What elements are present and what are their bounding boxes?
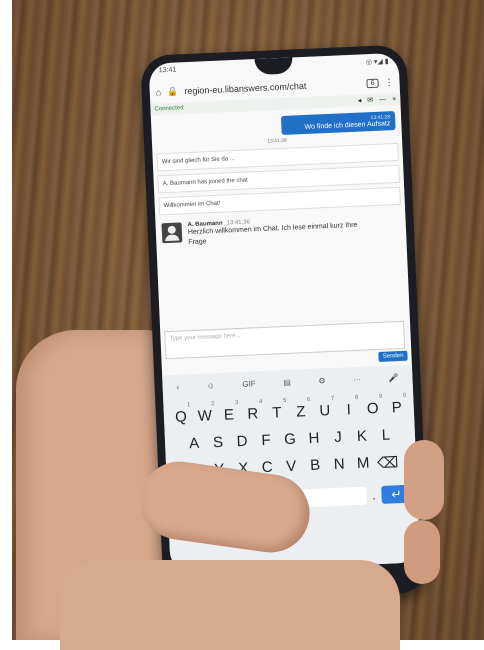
key-hint: 8 (354, 394, 359, 402)
key-s[interactable]: S (208, 434, 229, 452)
hand-finger (404, 440, 444, 520)
key-l[interactable]: L (376, 426, 397, 444)
keyboard-row-2: ASDFGHJKL (165, 425, 416, 453)
settings-icon[interactable]: ⚙ (318, 376, 326, 385)
key-hint: 7 (330, 395, 335, 403)
key-hint: 9 (378, 393, 383, 400)
gif-button[interactable]: GIF (242, 379, 256, 389)
key-hint: 2 (210, 401, 215, 408)
key-j[interactable]: J (328, 428, 349, 446)
send-button[interactable]: Senden (378, 350, 408, 362)
more-icon[interactable]: ··· (353, 374, 361, 383)
message-input[interactable]: Type your message here... (164, 320, 406, 360)
key-w[interactable]: 2W (195, 401, 216, 425)
period-key[interactable]: . (372, 488, 376, 502)
status-icons: ◎ ▾◢ ▮ (365, 58, 389, 67)
key-k[interactable]: K (352, 427, 373, 445)
outgoing-message: 13:41:28 Wo finde ich diesen Aufsatz (280, 111, 396, 135)
key-hint: 6 (306, 396, 311, 404)
key-u[interactable]: 7U (314, 396, 335, 420)
chat-close-button[interactable]: × (392, 95, 396, 102)
more-vert-icon[interactable]: ⋮ (384, 77, 393, 88)
lock-icon: 🔒 (166, 85, 179, 97)
hand-fingers (60, 560, 400, 650)
chat-email-button[interactable]: ✉ (367, 96, 373, 104)
key-p[interactable]: 0P (386, 393, 407, 417)
key-h[interactable]: H (304, 429, 325, 447)
status-time: 13:41 (158, 66, 177, 75)
agent-message: A. Baumann 13:41:36 Herzlich willkommen i… (161, 213, 400, 249)
key-hint: 4 (258, 399, 263, 406)
key-d[interactable]: D (232, 433, 253, 451)
key-g[interactable]: G (280, 430, 301, 448)
sticker-icon[interactable]: ☺ (206, 381, 215, 390)
microphone-icon[interactable]: 🎤 (388, 373, 398, 382)
key-e[interactable]: 3E (219, 400, 240, 424)
clipboard-icon[interactable]: ▤ (283, 377, 291, 386)
key-m[interactable]: M (353, 454, 374, 473)
backspace-key[interactable]: ⌫ (377, 453, 399, 472)
key-i[interactable]: 8I (338, 395, 359, 419)
key-o[interactable]: 9O (362, 394, 383, 418)
chat-back-button[interactable]: ◂ (358, 96, 362, 104)
key-z[interactable]: 6Z (290, 397, 311, 421)
key-hint: 3 (234, 400, 239, 407)
key-r[interactable]: 4R (243, 399, 264, 423)
key-f[interactable]: F (256, 432, 277, 450)
key-a[interactable]: A (184, 435, 205, 453)
key-b[interactable]: B (305, 456, 326, 475)
url-text[interactable]: region-eu.libanswers.com/chat (184, 78, 361, 96)
hand-finger (404, 520, 440, 584)
key-hint: 1 (186, 402, 191, 409)
home-icon[interactable]: ⌂ (156, 87, 162, 97)
chat-minimize-button[interactable]: — (379, 96, 386, 103)
avatar (161, 222, 183, 244)
image-margin (0, 0, 12, 640)
chevron-left-icon[interactable]: ‹ (176, 382, 179, 391)
key-q[interactable]: 1Q (171, 402, 192, 426)
tab-count-button[interactable]: 6 (366, 78, 379, 88)
key-hint: 5 (282, 398, 287, 405)
key-v[interactable]: V (281, 457, 302, 476)
key-hint: 0 (402, 392, 407, 399)
keyboard-row-1: 1Q2W3E4R5T6Z7U8I9O0P (164, 393, 415, 426)
key-n[interactable]: N (329, 455, 350, 474)
keyboard-toolbar: ‹ ☺ GIF ▤ ⚙ ··· 🎤 (162, 365, 413, 400)
key-t[interactable]: 5T (267, 398, 288, 422)
